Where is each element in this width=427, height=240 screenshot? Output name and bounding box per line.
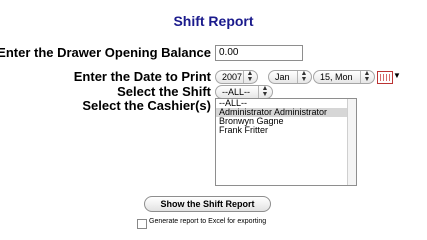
date-label: Enter the Date to Print: [73, 69, 211, 84]
excel-export-label: Generate report to Excel for exporting: [149, 218, 267, 225]
year-select[interactable]: 2007 ▲ ▼: [215, 70, 258, 84]
day-select-value: 15, Mon: [320, 72, 353, 82]
opening-balance-label: Enter the Drawer Opening Balance: [0, 45, 211, 60]
list-item[interactable]: Frank Fritter: [216, 126, 356, 135]
listbox-scrollbar[interactable]: [347, 99, 356, 185]
updown-arrows-icon: ▲ ▼: [297, 70, 310, 83]
cashier-label: Select the Cashier(s): [82, 98, 211, 113]
updown-arrows-icon: ▲ ▼: [243, 70, 256, 83]
show-report-button[interactable]: Show the Shift Report: [144, 196, 271, 212]
cashier-listbox[interactable]: --ALL-- Administrator Administrator Bron…: [215, 98, 357, 186]
month-select[interactable]: Jan ▲ ▼: [268, 70, 312, 84]
page-title: Shift Report: [173, 13, 254, 29]
calendar-icon[interactable]: [377, 71, 393, 84]
shift-report-page: Shift Report Enter the Drawer Opening Ba…: [0, 0, 427, 238]
updown-arrows-icon: ▲ ▼: [258, 85, 271, 98]
shift-select[interactable]: --ALL-- ▲ ▼: [215, 85, 273, 99]
day-select[interactable]: 15, Mon ▲ ▼: [313, 70, 375, 84]
chevron-down-icon[interactable]: ▼: [393, 71, 401, 81]
shift-label: Select the Shift: [117, 84, 211, 99]
month-select-value: Jan: [275, 72, 290, 82]
excel-export-checkbox[interactable]: [137, 219, 147, 229]
updown-arrows-icon: ▲ ▼: [360, 70, 373, 83]
year-select-value: 2007: [222, 72, 243, 82]
shift-select-value: --ALL--: [222, 87, 251, 97]
opening-balance-input[interactable]: 0.00: [215, 45, 303, 61]
